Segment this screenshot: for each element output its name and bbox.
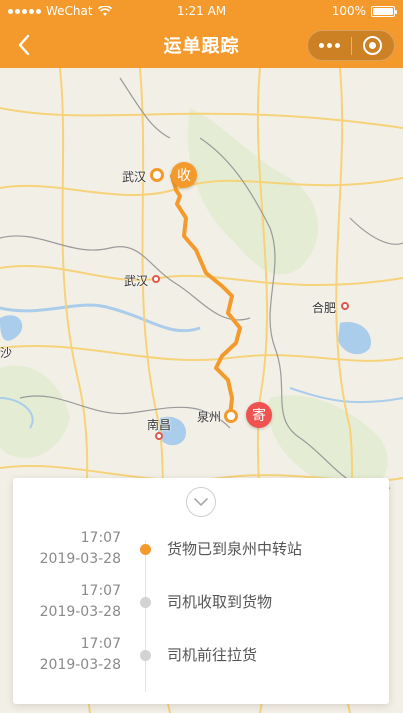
more-dots-icon xyxy=(318,43,340,48)
timeline-date: 2019-03-28 xyxy=(39,551,121,567)
status-bar: WeChat 1:21 AM 100% xyxy=(0,0,403,22)
city-label-hefei: 合肥 xyxy=(312,301,337,315)
timeline-dot xyxy=(140,650,151,661)
nav-bar: 运单跟踪 xyxy=(0,22,403,68)
city-marker xyxy=(152,275,160,283)
timeline-date: 2019-03-28 xyxy=(39,604,121,620)
timeline-time: 17:07 xyxy=(80,530,121,546)
timeline-timestamp: 17:07 2019-03-28 xyxy=(40,528,121,570)
status-left: WeChat xyxy=(8,4,332,18)
tracking-panel: 17:07 2019-03-28 货物已到泉州中转站 17:07 2019-03… xyxy=(13,478,389,704)
target-circle-icon xyxy=(363,36,383,55)
city-label-destination: 武汉 xyxy=(122,170,147,184)
battery-percent: 100% xyxy=(331,4,366,18)
collapse-button[interactable] xyxy=(186,487,216,517)
timeline-dot xyxy=(140,597,151,608)
status-right: 100% xyxy=(331,4,397,18)
timeline-time: 17:07 xyxy=(80,636,121,652)
send-badge[interactable]: 寄 xyxy=(246,402,272,428)
chevron-left-icon xyxy=(18,34,30,56)
timeline-date: 2019-03-28 xyxy=(39,657,121,673)
receive-badge[interactable]: 收 xyxy=(171,162,197,188)
city-label-quanzhou: 泉州 xyxy=(197,410,222,424)
back-button[interactable] xyxy=(6,25,42,65)
wifi-icon xyxy=(97,5,112,16)
timeline-item: 17:07 2019-03-28 司机前往拉货 xyxy=(13,634,389,684)
timeline-dot-active xyxy=(140,544,151,555)
timeline-time: 17:07 xyxy=(80,583,121,599)
mini-program-capsule xyxy=(307,30,395,61)
battery-fill xyxy=(373,7,393,15)
city-label-wuhan: 武汉 xyxy=(124,274,149,288)
timeline-timestamp: 17:07 2019-03-28 xyxy=(40,634,121,676)
city-label-partial: 沙 xyxy=(0,346,13,360)
chevron-down-icon xyxy=(194,498,208,506)
timeline-text: 司机收取到货物 xyxy=(167,593,273,611)
timeline-item: 17:07 2019-03-28 货物已到泉州中转站 xyxy=(13,528,389,578)
timeline-text: 货物已到泉州中转站 xyxy=(167,540,303,558)
timeline-item: 17:07 2019-03-28 司机收取到货物 xyxy=(13,581,389,631)
carrier-label: WeChat xyxy=(46,4,93,18)
city-label-nanchang: 南昌 xyxy=(147,418,172,432)
close-mini-program-button[interactable] xyxy=(352,31,395,60)
route-end-node xyxy=(150,168,164,182)
more-button[interactable] xyxy=(308,31,351,60)
route-start-node xyxy=(224,409,238,423)
city-marker xyxy=(341,302,349,310)
timeline-text: 司机前往拉货 xyxy=(167,646,258,664)
timeline-timestamp: 17:07 2019-03-28 xyxy=(40,581,121,623)
page-title: 运单跟踪 xyxy=(163,36,240,57)
city-marker xyxy=(155,432,163,440)
battery-icon xyxy=(371,5,397,17)
signal-icon xyxy=(8,8,41,14)
